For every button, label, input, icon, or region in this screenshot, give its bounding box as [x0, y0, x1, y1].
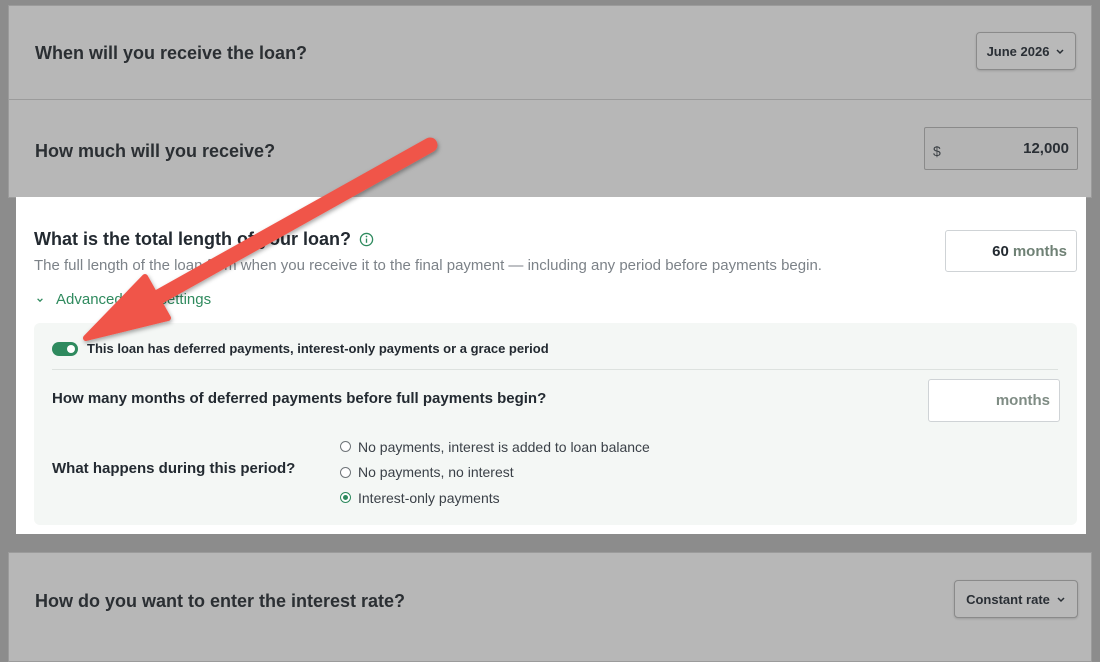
period-option-interest-added[interactable]: No payments, interest is added to loan b… — [340, 434, 650, 460]
radio-button[interactable] — [340, 441, 351, 453]
chevron-down-icon — [1056, 49, 1064, 55]
interest-question: How do you want to enter the interest ra… — [35, 591, 406, 611]
interest-select[interactable]: Constant rate — [954, 580, 1078, 618]
loan-date-value: June 2026 — [986, 43, 1050, 59]
deferred-months-unit: months — [995, 392, 1050, 409]
loan-amount-input[interactable]: $ 12,000 — [924, 127, 1078, 170]
chevron-down-icon — [1057, 597, 1065, 603]
loan-length-unit: months — [1012, 242, 1067, 260]
radio-button-selected[interactable] — [340, 492, 351, 504]
loan-amount-value: 12,000 — [1023, 140, 1069, 157]
interest-value: Constant rate — [966, 591, 1050, 607]
loan-date-card: When will you receive the loan? June 202… — [8, 5, 1092, 100]
loan-length-description: The full length of the loan from when yo… — [34, 257, 822, 274]
deferred-toggle[interactable] — [52, 341, 78, 356]
period-option-interest-only[interactable]: Interest-only payments — [340, 485, 650, 511]
advanced-settings-box: This loan has deferred payments, interes… — [34, 323, 1077, 525]
loan-length-input[interactable]: 60 months — [945, 230, 1077, 272]
loan-amount-card: How much will you receive? $ 12,000 — [8, 99, 1092, 198]
loan-amount-question: How much will you receive? — [35, 141, 276, 161]
deferred-months-input[interactable]: months — [928, 379, 1060, 422]
radio-button[interactable] — [340, 466, 351, 478]
info-icon[interactable] — [359, 232, 374, 247]
loan-length-question: What is the total length of your loan? — [34, 229, 351, 249]
period-option-label: No payments, no interest — [358, 464, 514, 481]
period-options: No payments, interest is added to loan b… — [340, 434, 650, 511]
advanced-settings-toggle[interactable]: Advanced loan settings — [36, 291, 211, 308]
loan-length-panel: What is the total length of your loan? T… — [16, 197, 1086, 534]
period-option-label: Interest-only payments — [358, 489, 500, 506]
advanced-settings-label: Advanced loan settings — [56, 291, 212, 308]
loan-length-heading: What is the total length of your loan? — [34, 229, 374, 250]
chevron-down-icon — [37, 297, 43, 302]
interest-card: How do you want to enter the interest ra… — [8, 552, 1092, 662]
period-question: What happens during this period? — [52, 460, 296, 477]
loan-date-select[interactable]: June 2026 — [976, 32, 1076, 70]
loan-date-question: When will you receive the loan? — [35, 43, 308, 63]
deferred-toggle-label: This loan has deferred payments, interes… — [87, 341, 549, 356]
loan-length-value: 60 — [992, 242, 1009, 260]
deferred-toggle-row: This loan has deferred payments, interes… — [52, 341, 549, 356]
divider — [52, 369, 1058, 370]
period-option-label: No payments, interest is added to loan b… — [358, 438, 650, 455]
period-option-no-interest[interactable]: No payments, no interest — [340, 460, 650, 486]
deferred-months-question: How many months of deferred payments bef… — [52, 390, 547, 407]
currency-symbol: $ — [933, 143, 941, 159]
